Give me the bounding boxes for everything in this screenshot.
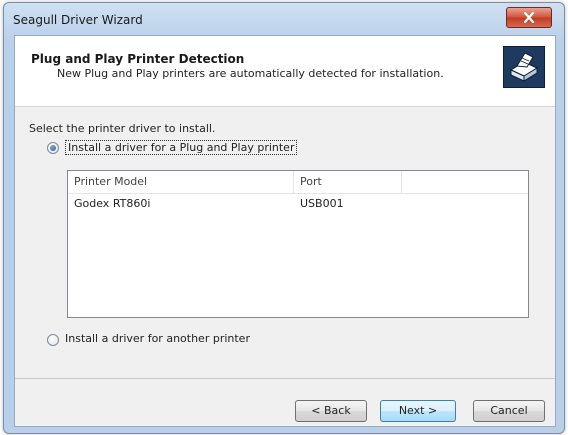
column-header-printer-model[interactable]: Printer Model: [68, 171, 294, 193]
instruction-text: Select the printer driver to install.: [29, 122, 216, 135]
wizard-header: Plug and Play Printer Detection New Plug…: [15, 36, 555, 107]
port-cell: USB001: [300, 197, 344, 210]
printer-model-cell: Godex RT860i: [74, 197, 151, 210]
close-button[interactable]: [506, 7, 552, 28]
column-header-port[interactable]: Port: [294, 171, 402, 193]
header-subtitle: New Plug and Play printers are automatic…: [57, 67, 444, 80]
printer-list[interactable]: Printer Model Port Godex RT860i USB001: [67, 170, 529, 318]
back-button[interactable]: < Back: [295, 400, 367, 422]
wizard-client-area: Plug and Play Printer Detection New Plug…: [14, 35, 556, 427]
footer-divider: [15, 378, 555, 379]
close-icon: [523, 12, 535, 23]
header-title: Plug and Play Printer Detection: [31, 52, 245, 66]
wizard-window: Seagull Driver Wizard Plug and Play Prin…: [3, 2, 565, 434]
column-header-blank[interactable]: [402, 171, 528, 193]
window-title: Seagull Driver Wizard: [13, 13, 143, 27]
cancel-button[interactable]: Cancel: [473, 400, 545, 422]
printer-list-header: Printer Model Port: [68, 171, 528, 194]
other-printer-radio-label[interactable]: Install a driver for another printer: [65, 332, 250, 345]
next-button[interactable]: Next >: [380, 400, 456, 422]
table-row[interactable]: Godex RT860i USB001: [68, 195, 528, 213]
other-printer-radio[interactable]: [47, 334, 59, 346]
printer-icon: [503, 46, 545, 88]
title-bar[interactable]: Seagull Driver Wizard: [4, 3, 564, 35]
radio-selected-dot: [50, 145, 56, 151]
pnp-radio-label[interactable]: Install a driver for a Plug and Play pri…: [65, 140, 298, 155]
pnp-radio[interactable]: [47, 142, 59, 154]
